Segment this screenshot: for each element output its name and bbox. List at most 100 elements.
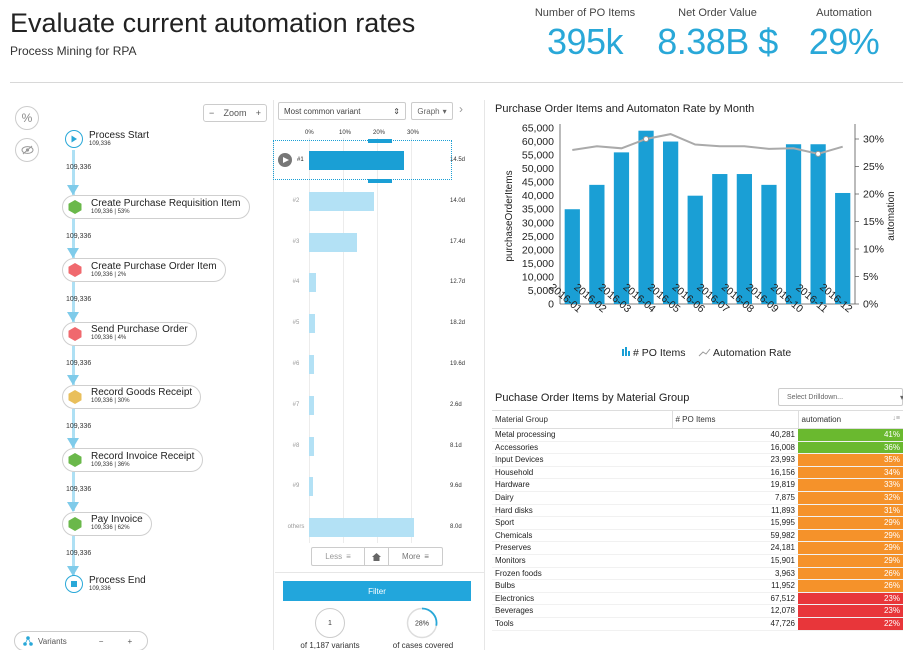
table-row[interactable]: Household 16,156 34%	[492, 466, 903, 479]
next-icon[interactable]: ›	[459, 102, 463, 116]
table-row[interactable]: Dairy 7,875 32%	[492, 491, 903, 505]
table-row[interactable]: Tools 47,726 22%	[492, 617, 903, 630]
hexagon-shape	[68, 200, 82, 214]
table-row[interactable]: Monitors 15,901 29%	[492, 554, 903, 568]
process-edge-count: 109,336	[66, 296, 92, 304]
process-end-text: Process End 109,336	[89, 575, 146, 593]
less-button[interactable]: Less ≡	[312, 548, 365, 565]
arrow-down-icon	[67, 438, 79, 449]
y-axis-tick-label: 40,000	[522, 190, 554, 202]
process-start-node[interactable]: Process Start 109,336	[65, 130, 149, 148]
column-header[interactable]: Material Group	[492, 410, 672, 429]
material-group-cell: Metal processing	[495, 430, 556, 439]
y-axis-tick-label: 30,000	[522, 217, 554, 229]
kpi-value: 29%	[808, 21, 880, 62]
sort-icon[interactable]: ↓≡	[892, 415, 900, 422]
process-activity-node[interactable]: Create Purchase Order Item 109,336 | 2%	[62, 258, 226, 283]
activity-name: Create Purchase Requisition Item	[91, 197, 241, 209]
zoom-out-button[interactable]: −	[209, 108, 214, 118]
bar-chart-icon-bar	[628, 351, 630, 356]
end-ring	[65, 575, 83, 593]
drilldown-select[interactable]: Select Drilldown... ▾	[778, 388, 903, 406]
column-header[interactable]: automation ↓≡	[797, 410, 903, 429]
column-header[interactable]: # PO Items	[671, 410, 798, 429]
po-items-bar[interactable]	[638, 130, 654, 304]
variant-bar[interactable]	[309, 314, 316, 334]
table-row[interactable]: Electronics 67,512 23%	[492, 592, 903, 605]
variant-bar[interactable]	[309, 232, 357, 252]
table-row[interactable]: Beverages 12,078 23%	[492, 604, 903, 618]
table-row[interactable]: Accessories 16,008 36%	[492, 441, 903, 454]
po-items-bar[interactable]	[810, 144, 826, 304]
activity-text: Send Purchase Order 109,336 | 4%	[91, 325, 188, 342]
po-items-cell: 7,875	[774, 492, 795, 502]
variants-decrease-button[interactable]: −	[99, 637, 104, 646]
kpi-automation: Automation 29%	[785, 7, 903, 63]
process-activity-node[interactable]: Create Purchase Requisition Item 109,336 …	[62, 195, 250, 219]
variant-gridline	[377, 138, 378, 543]
home-button[interactable]	[365, 548, 389, 565]
kpi-value: 8.38B $	[657, 21, 778, 62]
hexagon-shape	[68, 516, 82, 531]
process-edge-count: 109,336	[66, 359, 92, 367]
variants-label: Variants	[38, 636, 67, 646]
variant-bar[interactable]	[309, 518, 415, 538]
table-row[interactable]: Hard disks 11,893 31%	[492, 504, 903, 517]
y-axis-tick-label: 20,000	[522, 244, 554, 256]
variant-duration: 17.4d	[450, 238, 466, 245]
variant-duration: 8.0d	[450, 524, 462, 531]
variant-bar[interactable]	[309, 191, 374, 211]
hexagon-shape	[68, 389, 82, 404]
automation-cell: 23%	[798, 592, 903, 605]
more-button[interactable]: More ≡	[389, 548, 442, 565]
variant-sort-select[interactable]: Most common variant ⇕	[278, 102, 406, 120]
variant-duration: 19.6d	[450, 361, 466, 367]
variant-bar[interactable]	[309, 436, 314, 456]
variant-bar[interactable]	[309, 395, 315, 415]
filter-button[interactable]: Filter	[283, 581, 471, 601]
process-activity-node[interactable]: Record Goods Receipt 109,336 | 30%	[62, 384, 202, 409]
table-row[interactable]: Hardware 19,819 33%	[492, 478, 903, 492]
process-activity-node[interactable]: Record Invoice Receipt 109,336 | 36%	[62, 448, 204, 473]
po-items-bar[interactable]	[835, 192, 851, 304]
table-row[interactable]: Metal processing 40,281 41%	[492, 428, 903, 442]
po-items-bar[interactable]	[785, 144, 802, 304]
variant-bar[interactable]	[309, 355, 315, 374]
table-row[interactable]: Chemicals 59,982 29%	[492, 529, 903, 542]
variant-bar[interactable]	[309, 477, 314, 497]
arrow-down-icon	[67, 501, 79, 512]
activity-stats: 109,336 | 36%	[91, 461, 130, 468]
visibility-toggle-button[interactable]	[15, 138, 39, 162]
activity-stats: 109,336 | 4%	[91, 335, 127, 342]
variant-duration: 14.0d	[450, 197, 466, 204]
process-activity-node[interactable]: Pay Invoice 109,336 | 62%	[62, 511, 152, 536]
legend-label: Automation Rate	[713, 347, 791, 359]
automation-rate-point[interactable]	[815, 150, 822, 157]
automation-cell: 29%	[798, 554, 903, 568]
automation-rate-line[interactable]	[572, 133, 843, 155]
variant-bar[interactable]	[309, 273, 316, 293]
hexagon-icon	[68, 263, 82, 278]
graph-view-button[interactable]: Graph ▾	[411, 102, 453, 120]
variants-increase-button[interactable]: +	[127, 637, 132, 646]
material-group-cell: Chemicals	[495, 530, 533, 540]
table-row[interactable]: Preserves 24,181 29%	[492, 541, 903, 555]
legend-label: # PO Items	[633, 347, 686, 359]
automation-rate-point[interactable]	[643, 136, 650, 142]
variant-label: #5	[292, 320, 300, 327]
activity-text: Pay Invoice 109,336 | 62%	[91, 515, 143, 532]
material-group-cell: Dairy	[495, 492, 514, 502]
po-items-bar[interactable]	[663, 141, 679, 304]
po-items-bar[interactable]	[613, 152, 630, 304]
table-row[interactable]: Frozen foods 3,963 26%	[492, 567, 903, 580]
process-activity-node[interactable]: Send Purchase Order 109,336 | 4%	[62, 321, 197, 346]
table-row[interactable]: Bulbs 11,952 26%	[492, 579, 903, 593]
percent-toggle-button[interactable]: %	[15, 106, 39, 130]
y-axis-tick-label: 50,000	[522, 163, 554, 175]
selected-variant-outline	[273, 140, 452, 180]
table-row[interactable]: Input Devices 23,993 35%	[492, 453, 903, 467]
zoom-in-button[interactable]: +	[256, 108, 261, 118]
percent-icon: %	[21, 111, 33, 125]
process-end-node[interactable]: Process End 109,336	[65, 575, 146, 593]
table-row[interactable]: Sport 15,995 29%	[492, 516, 903, 530]
